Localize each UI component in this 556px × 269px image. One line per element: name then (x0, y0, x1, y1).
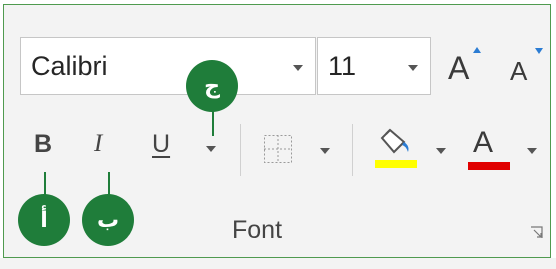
increase-font-size-button[interactable]: A (446, 47, 486, 90)
shrink-font-letter: A (510, 56, 528, 86)
borders-icon (264, 135, 292, 163)
underline-dropdown-arrow[interactable] (206, 146, 216, 152)
dialog-launcher-icon (531, 226, 543, 238)
chevron-down-icon[interactable] (293, 65, 303, 71)
borders-dropdown-arrow[interactable] (320, 148, 330, 154)
fill-color-button[interactable] (372, 124, 418, 170)
font-name-combobox[interactable]: Calibri (20, 37, 316, 95)
callout-marker-b: ب (82, 194, 134, 246)
caret-down-icon (535, 48, 543, 54)
italic-button[interactable]: I (94, 130, 124, 170)
font-size-value: 11 (328, 51, 357, 81)
chevron-down-icon[interactable] (408, 65, 418, 71)
bold-button[interactable]: B (34, 130, 64, 170)
ribbon-strip (0, 258, 556, 269)
font-size-combobox[interactable]: 11 (317, 37, 431, 95)
caret-up-icon (473, 47, 481, 53)
separator (240, 124, 241, 176)
group-label: Font (232, 216, 283, 244)
font-color-dropdown-arrow[interactable] (527, 148, 537, 154)
decrease-font-size-button[interactable]: A (508, 48, 544, 90)
callout-marker-c: ج (186, 60, 238, 112)
fill-color-dropdown-arrow[interactable] (436, 148, 446, 154)
font-color-swatch (468, 162, 510, 170)
callout-marker-a: أ (18, 194, 70, 246)
underline-button[interactable]: U (152, 130, 182, 170)
underline-label: U (152, 130, 171, 158)
borders-button[interactable] (262, 133, 294, 165)
font-color-letter: A (473, 126, 494, 159)
italic-label: I (94, 130, 103, 157)
grow-font-letter: A (448, 50, 470, 86)
separator (352, 124, 353, 176)
dialog-launcher-button[interactable] (530, 226, 544, 240)
font-name-value: Calibri (31, 51, 108, 81)
paint-bucket-icon (375, 128, 417, 168)
bold-label: B (34, 130, 53, 158)
font-color-button[interactable]: A (465, 126, 513, 172)
